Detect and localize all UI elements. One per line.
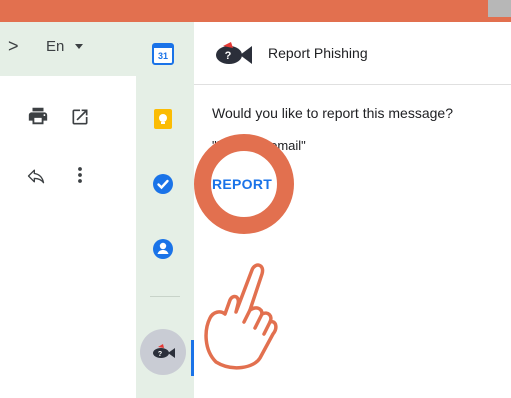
open-in-new-icon[interactable] (70, 107, 90, 127)
report-question: Would you like to report this message? (212, 105, 453, 121)
report-phishing-addon-button[interactable]: ? (140, 329, 186, 375)
svg-text:?: ? (225, 50, 232, 62)
sidebar-divider (150, 296, 180, 297)
keep-icon[interactable] (152, 108, 174, 130)
contacts-icon[interactable] (152, 238, 174, 260)
tasks-icon[interactable] (152, 173, 174, 195)
highlight-ring (194, 134, 294, 234)
more-vert-icon[interactable] (73, 165, 87, 185)
header-divider (194, 84, 511, 85)
calendar-icon[interactable]: 31 (152, 43, 174, 65)
print-icon[interactable] (27, 105, 49, 127)
report-phishing-logo-icon: ? (216, 42, 252, 64)
chevron-right-icon[interactable]: > (8, 37, 19, 55)
message-panel (0, 76, 136, 398)
input-language-button[interactable]: En (46, 38, 64, 56)
window-corner (488, 0, 511, 17)
fish-icon: ? (153, 344, 175, 358)
top-banner (0, 0, 511, 22)
caret-down-icon[interactable] (75, 44, 83, 49)
reply-icon[interactable] (26, 166, 46, 186)
addon-title: Report Phishing (268, 45, 368, 61)
pointing-hand-icon (204, 263, 278, 370)
svg-text:?: ? (158, 351, 162, 358)
calendar-date: 31 (158, 51, 168, 61)
toolbar (0, 22, 136, 76)
